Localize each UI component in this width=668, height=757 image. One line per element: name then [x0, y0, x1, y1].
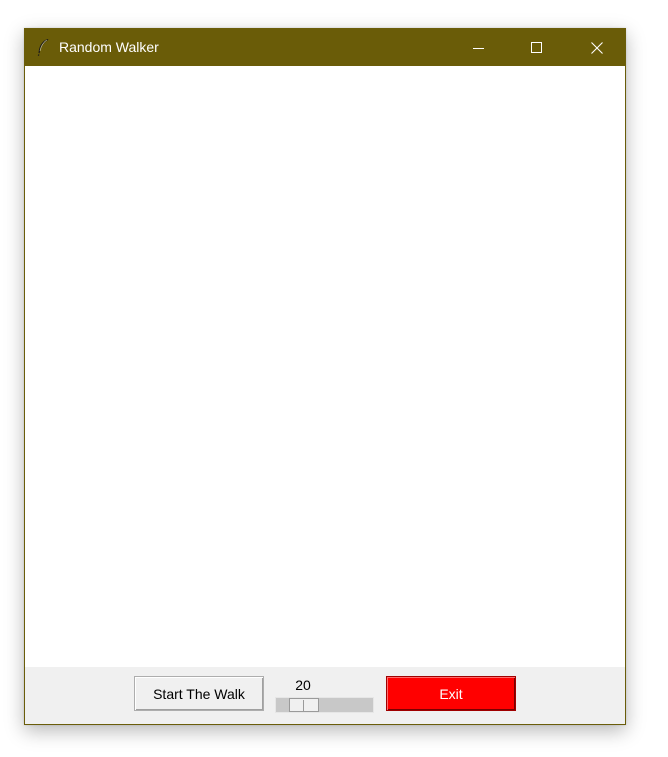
- maximize-button[interactable]: [508, 29, 566, 66]
- maximize-icon: [531, 41, 542, 53]
- exit-button[interactable]: Exit: [386, 676, 516, 711]
- app-window: Random Walker Start The Walk 20 Exit: [24, 28, 626, 725]
- title-bar[interactable]: Random Walker: [25, 29, 625, 66]
- close-icon: [590, 41, 603, 54]
- control-bar: Start The Walk 20 Exit: [25, 667, 625, 724]
- speed-scale[interactable]: [275, 697, 374, 713]
- start-walk-button[interactable]: Start The Walk: [134, 676, 264, 711]
- window-title: Random Walker: [59, 39, 159, 55]
- feather-icon: [37, 39, 49, 56]
- close-button[interactable]: [567, 29, 626, 66]
- speed-scale-slider[interactable]: [289, 698, 319, 712]
- minimize-button[interactable]: [450, 29, 508, 66]
- slider-grip: [303, 700, 304, 711]
- minimize-icon: [473, 47, 484, 49]
- walk-canvas[interactable]: [25, 66, 625, 667]
- speed-scale-value: 20: [295, 677, 311, 693]
